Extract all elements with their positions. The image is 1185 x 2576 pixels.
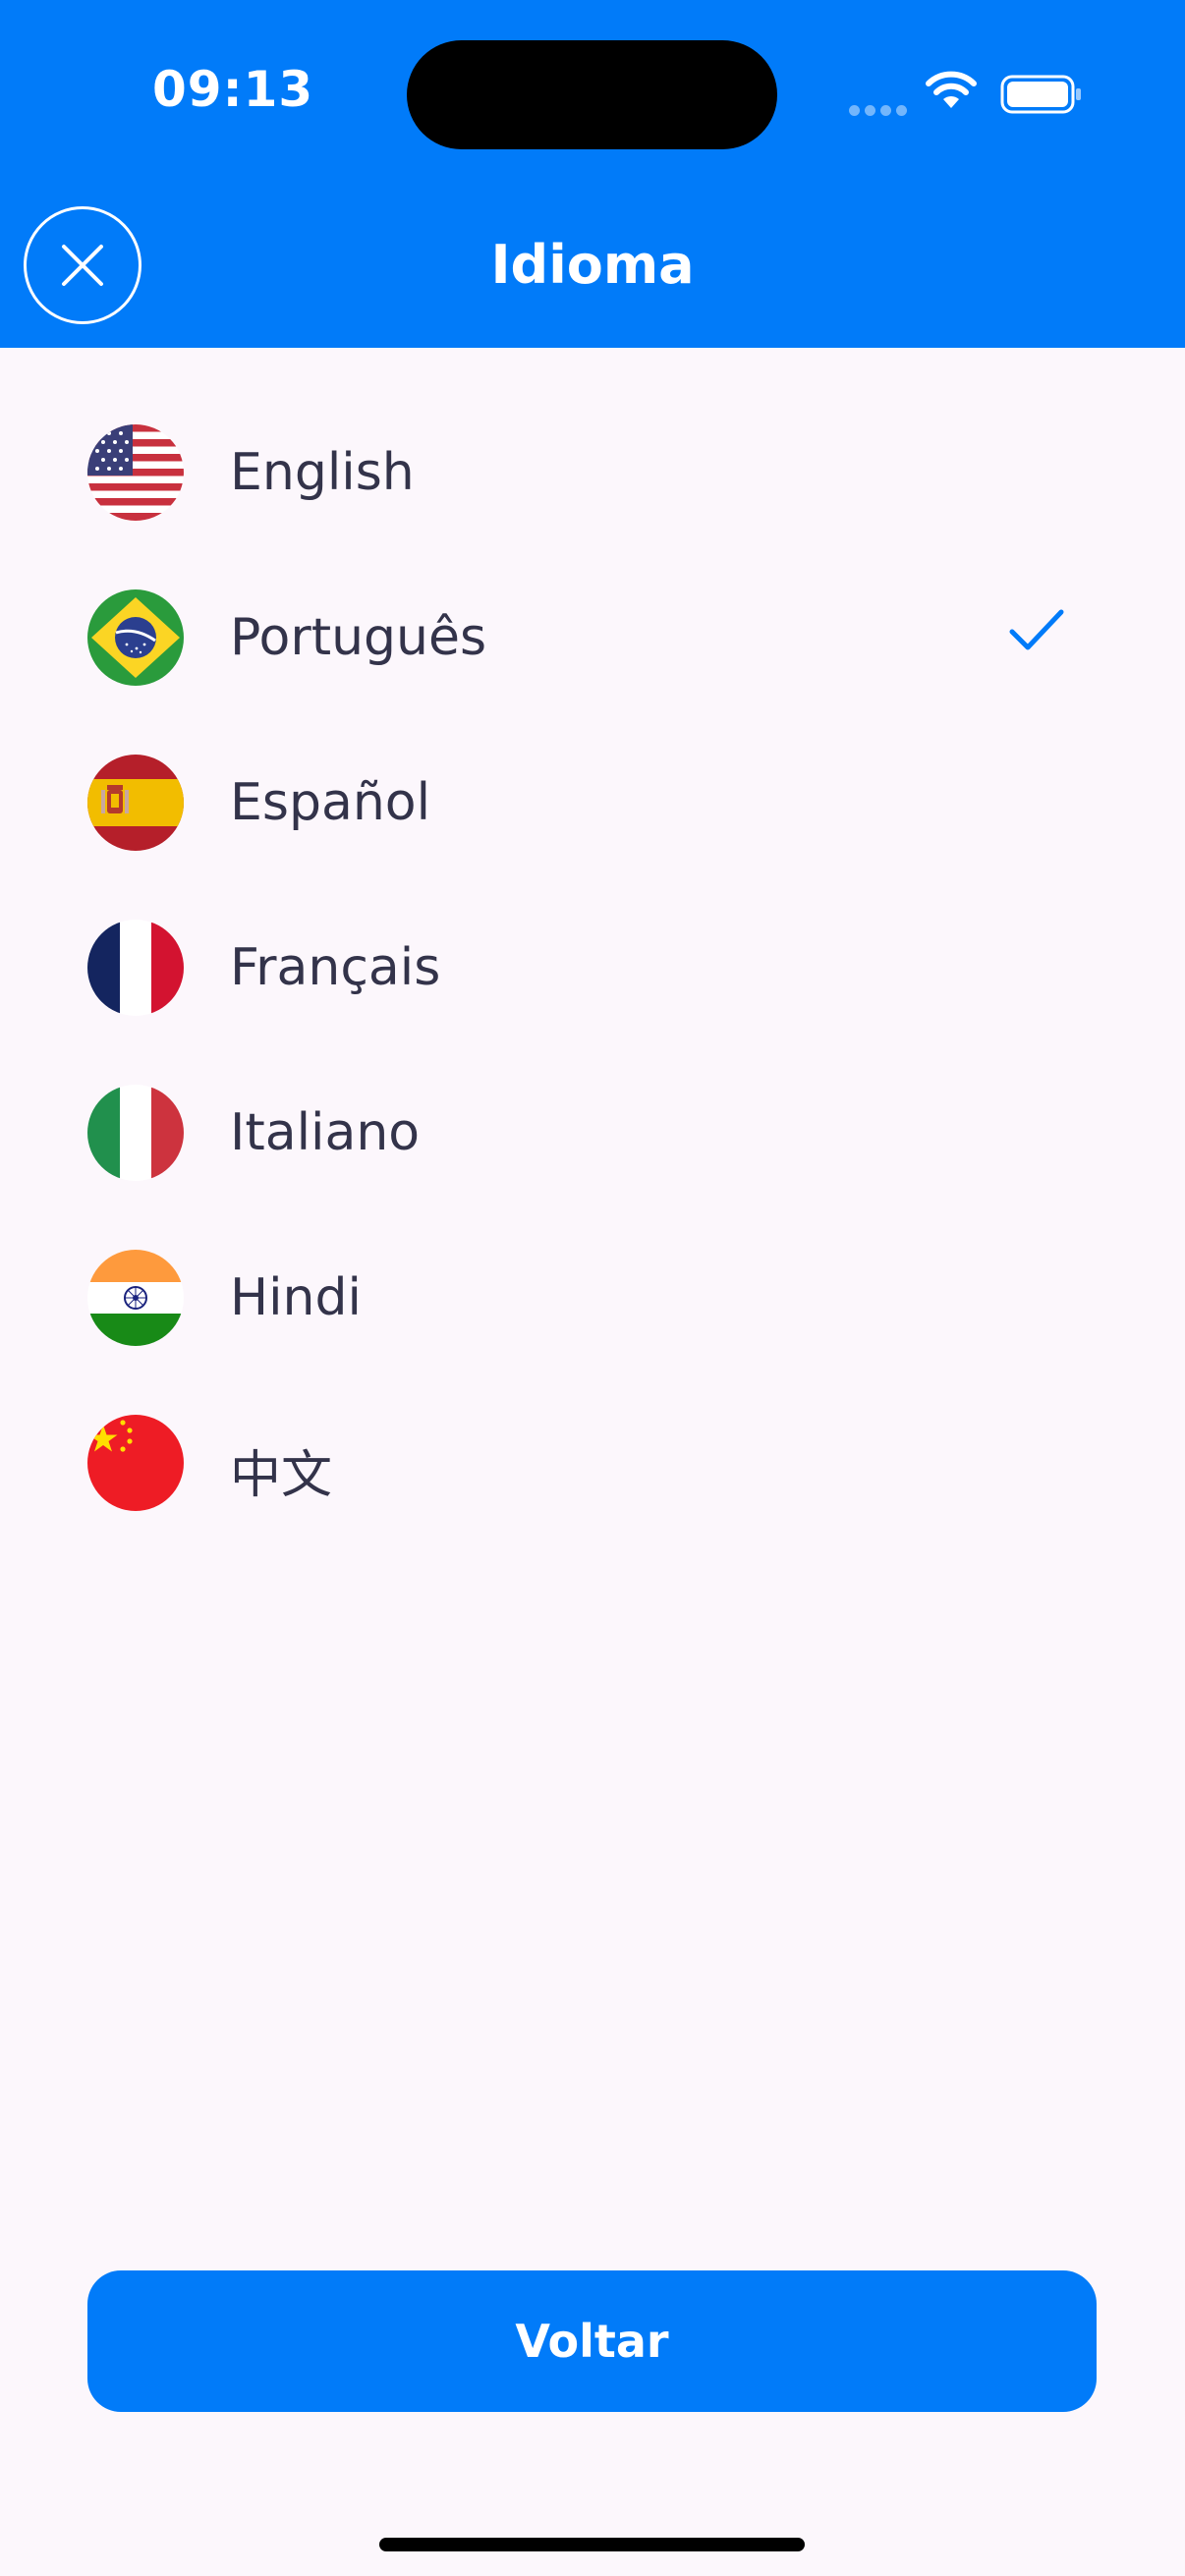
header: 09:13 Idioma [0,0,1185,348]
us-flag-icon [87,424,184,521]
language-label: Hindi [230,1268,362,1327]
home-indicator [379,2538,805,2551]
language-option-italiano[interactable]: Italiano [0,1050,1185,1215]
language-option-english[interactable]: English [0,390,1185,555]
language-label: 中文 [230,1446,333,1505]
battery-icon [1000,75,1081,114]
checkmark-icon [1009,609,1064,650]
language-label: Español [230,773,431,832]
language-option-francais[interactable]: Français [0,885,1185,1050]
language-option-espanol[interactable]: Español [0,720,1185,885]
language-label: Italiano [230,1103,421,1162]
italy-flag-icon [87,1085,184,1181]
cellular-signal-icon [849,101,912,120]
language-option-hindi[interactable]: Hindi [0,1215,1185,1380]
language-label: Português [230,608,487,667]
india-flag-icon [87,1250,184,1346]
dynamic-island [407,40,777,149]
back-button[interactable]: Voltar [87,2270,1097,2412]
language-option-portugues[interactable]: Português [0,555,1185,720]
language-screen: 09:13 Idioma English Português Español F… [0,0,1185,2576]
language-label: Français [230,938,441,997]
page-title: Idioma [490,234,695,296]
france-flag-icon [87,920,184,1016]
language-option-chinese[interactable]: 中文 [0,1380,1185,1545]
status-time: 09:13 [152,61,314,118]
language-list: English Português Español Français Itali… [0,390,1185,1545]
brazil-flag-icon [87,589,184,686]
wifi-icon [926,71,977,108]
spain-flag-icon [87,755,184,851]
china-flag-icon [87,1415,184,1511]
language-label: English [230,443,415,502]
